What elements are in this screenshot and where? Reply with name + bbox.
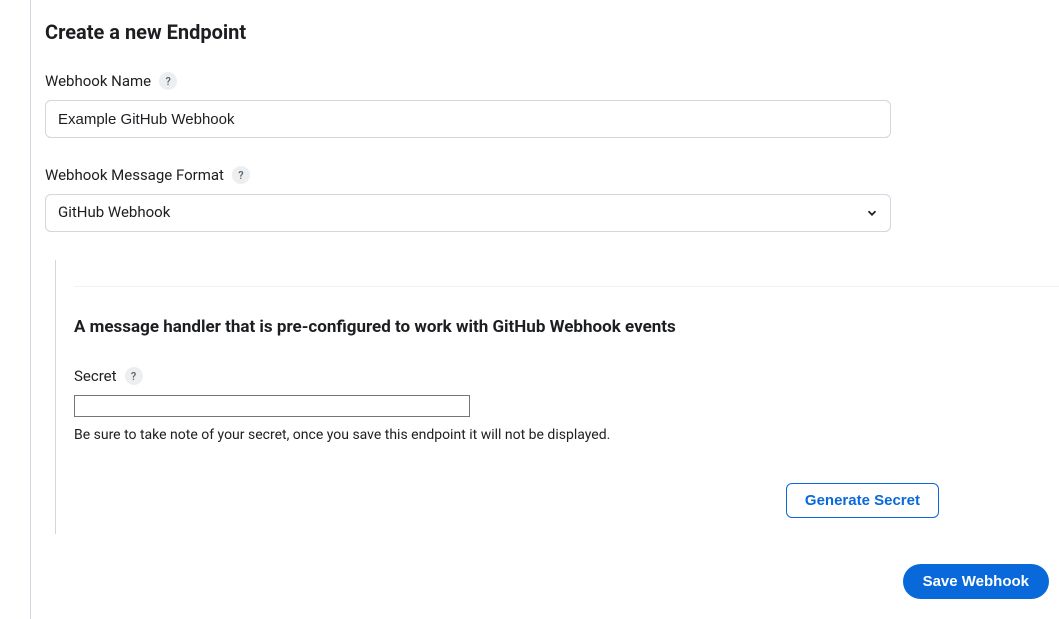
message-format-select-wrapper: GitHub Webhook: [45, 194, 891, 232]
help-icon[interactable]: ?: [232, 166, 250, 184]
handler-title: A message handler that is pre-configured…: [74, 317, 1059, 337]
footer-actions: Save Webhook: [45, 564, 1059, 599]
message-format-label: Webhook Message Format: [45, 166, 224, 184]
handler-actions: Generate Secret: [74, 483, 1059, 518]
message-format-label-row: Webhook Message Format ?: [45, 166, 1059, 184]
handler-inner: A message handler that is pre-configured…: [74, 286, 1059, 518]
secret-label: Secret: [74, 367, 117, 385]
help-icon[interactable]: ?: [159, 72, 177, 90]
endpoint-form-container: Create a new Endpoint Webhook Name ? Web…: [30, 0, 1059, 619]
handler-section: A message handler that is pre-configured…: [55, 260, 1059, 534]
page-title: Create a new Endpoint: [45, 20, 1059, 44]
webhook-name-label: Webhook Name: [45, 72, 151, 90]
help-icon[interactable]: ?: [125, 367, 143, 385]
webhook-name-group: Webhook Name ?: [45, 72, 1059, 138]
secret-label-row: Secret ?: [74, 367, 1059, 385]
generate-secret-button[interactable]: Generate Secret: [786, 483, 939, 518]
save-webhook-button[interactable]: Save Webhook: [903, 564, 1049, 599]
message-format-group: Webhook Message Format ? GitHub Webhook: [45, 166, 1059, 232]
secret-note: Be sure to take note of your secret, onc…: [74, 427, 1059, 443]
secret-group: Secret ? Be sure to take note of your se…: [74, 367, 1059, 443]
webhook-name-input[interactable]: [45, 100, 891, 138]
webhook-name-label-row: Webhook Name ?: [45, 72, 1059, 90]
message-format-select[interactable]: GitHub Webhook: [45, 194, 891, 232]
secret-input[interactable]: [74, 395, 470, 417]
